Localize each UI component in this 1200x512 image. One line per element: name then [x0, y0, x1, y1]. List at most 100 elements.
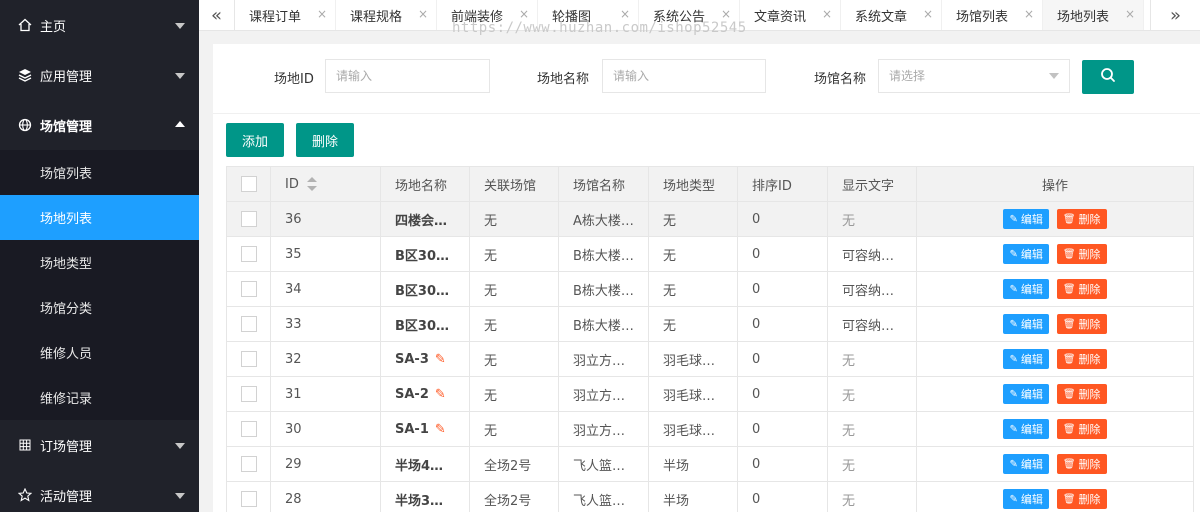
- sidebar-item-label: 活动管理: [40, 489, 93, 505]
- row-checkbox[interactable]: [240, 351, 257, 367]
- pencil-icon[interactable]: ✎: [435, 387, 446, 402]
- sidebar-subitem-repair-staff[interactable]: 维修人员: [0, 330, 199, 375]
- pencil-icon[interactable]: ✎: [435, 352, 446, 367]
- cell-sort-id: 0: [737, 306, 828, 342]
- cell-field-name: SA-1 ✎: [380, 411, 470, 447]
- column-header-id[interactable]: ID: [270, 166, 381, 202]
- edit-button[interactable]: ✎ 编辑: [1003, 244, 1049, 264]
- tab-system-articles[interactable]: 系统文章 ×: [841, 0, 942, 30]
- chevron-down-icon: [175, 23, 185, 29]
- field-id-input[interactable]: 请输入: [325, 59, 490, 93]
- tab-label: 场地列表: [1057, 9, 1110, 25]
- table-row: 36 四楼会… 无 A栋大楼… 无 0 无 ✎ 编辑 🗑 删除: [226, 201, 1194, 237]
- row-checkbox[interactable]: [240, 456, 257, 472]
- add-button[interactable]: 添加: [226, 123, 284, 157]
- sidebar-item-label: 应用管理: [40, 69, 93, 85]
- tab-course-spec[interactable]: 课程规格 ×: [336, 0, 437, 30]
- tabs-scroll-right-button[interactable]: »: [1150, 0, 1200, 30]
- sidebar-subitem-field-type[interactable]: 场地类型: [0, 240, 199, 285]
- pencil-icon: ✎: [1009, 283, 1018, 295]
- edit-button[interactable]: ✎ 编辑: [1003, 454, 1049, 474]
- cell-linked-venue: 全场2号: [469, 481, 559, 512]
- pencil-icon[interactable]: ✎: [435, 422, 446, 437]
- delete-button[interactable]: 🗑 删除: [1056, 419, 1107, 439]
- edit-button[interactable]: ✎ 编辑: [1003, 314, 1049, 334]
- row-checkbox[interactable]: [240, 316, 257, 332]
- search-button[interactable]: [1082, 60, 1134, 94]
- sort-icon[interactable]: [306, 177, 317, 191]
- row-checkbox-cell: [226, 411, 271, 447]
- cell-id: 35: [270, 236, 381, 272]
- delete-button[interactable]: 🗑 删除: [1056, 489, 1107, 509]
- cell-id: 33: [270, 306, 381, 342]
- row-checkbox[interactable]: [240, 421, 257, 437]
- close-icon[interactable]: ×: [519, 7, 529, 21]
- tab-course-order[interactable]: 课程订单 ×: [235, 0, 336, 30]
- sidebar-item-venue-management[interactable]: 场馆管理: [0, 100, 199, 150]
- column-header-field-name: 场地名称: [380, 166, 470, 202]
- delete-button[interactable]: 🗑 删除: [1056, 454, 1107, 474]
- venue-name-select[interactable]: 请选择: [878, 59, 1070, 93]
- close-icon[interactable]: ×: [1125, 7, 1135, 21]
- sidebar-item-home[interactable]: 主页: [0, 0, 199, 50]
- trash-icon: 🗑: [1062, 283, 1076, 295]
- cell-linked-venue: 无: [469, 376, 559, 412]
- delete-button[interactable]: 🗑 删除: [1056, 384, 1107, 404]
- row-checkbox[interactable]: [240, 211, 257, 227]
- delete-button[interactable]: 🗑 删除: [1056, 314, 1107, 334]
- cell-linked-venue: 无: [469, 341, 559, 377]
- edit-button[interactable]: ✎ 编辑: [1003, 279, 1049, 299]
- sidebar-item-app-management[interactable]: 应用管理: [0, 50, 199, 100]
- tab-articles[interactable]: 文章资讯 ×: [740, 0, 841, 30]
- edit-button[interactable]: ✎ 编辑: [1003, 209, 1049, 229]
- sidebar-item-activity-management[interactable]: 活动管理: [0, 470, 199, 512]
- tab-label: 文章资讯: [754, 9, 807, 25]
- delete-button[interactable]: 🗑 删除: [1056, 349, 1107, 369]
- edit-button[interactable]: ✎ 编辑: [1003, 489, 1049, 509]
- delete-button[interactable]: 🗑 删除: [1056, 209, 1107, 229]
- row-checkbox[interactable]: [240, 246, 257, 262]
- close-icon[interactable]: ×: [721, 7, 731, 21]
- row-checkbox[interactable]: [240, 491, 257, 507]
- edit-button[interactable]: ✎ 编辑: [1003, 349, 1049, 369]
- sidebar-subitem-venue-list[interactable]: 场馆列表: [0, 150, 199, 195]
- delete-button[interactable]: 🗑 删除: [1056, 279, 1107, 299]
- sidebar-subitem-repair-records[interactable]: 维修记录: [0, 375, 199, 420]
- tabs-scroll-left-button[interactable]: «: [199, 0, 235, 30]
- edit-button[interactable]: ✎ 编辑: [1003, 419, 1049, 439]
- cell-display-text: 无: [827, 446, 917, 482]
- close-icon[interactable]: ×: [418, 7, 428, 21]
- tab-venue-list[interactable]: 场馆列表 ×: [942, 0, 1043, 30]
- table-row: 29 半场4号 … 全场2号 飞人篮… 半场 0 无 ✎ 编辑 🗑 删除: [226, 446, 1194, 482]
- close-icon[interactable]: ×: [620, 7, 630, 21]
- select-all-checkbox[interactable]: [240, 176, 257, 192]
- tab-field-list[interactable]: 场地列表 ×: [1043, 0, 1144, 30]
- table-row: 28 半场3号 … 全场2号 飞人篮… 半场 0 无 ✎ 编辑 🗑 删除: [226, 481, 1194, 512]
- cell-field-type: 无: [648, 271, 738, 307]
- close-icon[interactable]: ×: [923, 7, 933, 21]
- sidebar-item-booking-management[interactable]: 订场管理: [0, 420, 199, 470]
- close-icon[interactable]: ×: [822, 7, 832, 21]
- close-icon[interactable]: ×: [1024, 7, 1034, 21]
- row-checkbox-cell: [226, 306, 271, 342]
- row-checkbox[interactable]: [240, 386, 257, 402]
- pencil-icon: ✎: [1009, 353, 1018, 365]
- row-checkbox[interactable]: [240, 281, 257, 297]
- cell-venue-name: 羽立方…: [558, 341, 649, 377]
- delete-button[interactable]: 🗑 删除: [1056, 244, 1107, 264]
- edit-label: 编辑: [1020, 493, 1043, 506]
- field-name-input[interactable]: 请输入: [602, 59, 766, 93]
- cell-id: 36: [270, 201, 381, 237]
- edit-label: 编辑: [1020, 318, 1043, 331]
- edit-button[interactable]: ✎ 编辑: [1003, 384, 1049, 404]
- delete-label: 删除: [1078, 423, 1101, 436]
- cell-venue-name: 羽立方…: [558, 376, 649, 412]
- field-name-label: 场地名称: [537, 72, 590, 87]
- sidebar-subitem-field-list[interactable]: 场地列表: [0, 195, 199, 240]
- header-checkbox-cell: [226, 166, 271, 202]
- pencil-icon: ✎: [1009, 213, 1018, 225]
- delete-selected-button[interactable]: 删除: [296, 123, 354, 157]
- close-icon[interactable]: ×: [317, 7, 327, 21]
- cell-venue-name: 羽立方…: [558, 411, 649, 447]
- sidebar-subitem-venue-category[interactable]: 场馆分类: [0, 285, 199, 330]
